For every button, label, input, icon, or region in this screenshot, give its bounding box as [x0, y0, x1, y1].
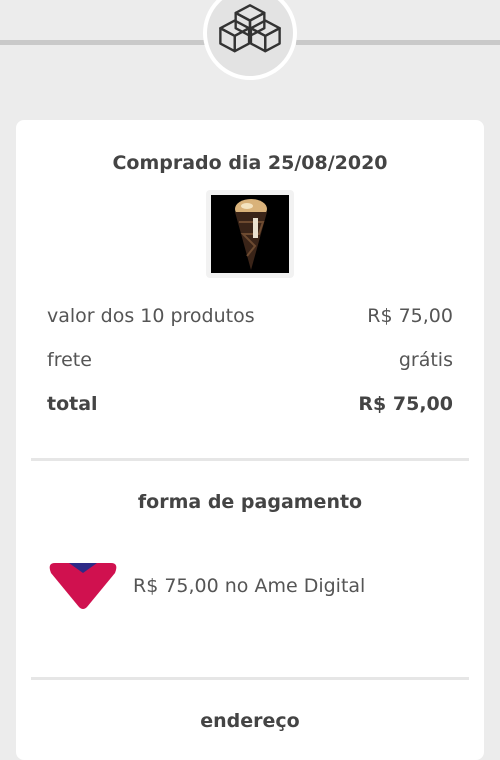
items-value: R$ 75,00	[367, 305, 453, 327]
header-divider-left	[0, 40, 205, 45]
header-divider-right	[296, 40, 500, 45]
order-card: Comprado dia 25/08/2020 valor dos 10 pro…	[16, 120, 484, 760]
total-value: R$ 75,00	[358, 393, 453, 415]
payment-title: forma de pagamento	[137, 491, 363, 513]
section-divider	[31, 677, 469, 680]
summary-total-row: total R$ 75,00	[47, 393, 453, 415]
ame-digital-logo-icon	[47, 557, 119, 615]
section-divider	[31, 458, 469, 461]
total-label: total	[47, 393, 98, 415]
shipping-value: grátis	[398, 349, 453, 371]
payment-method-text: R$ 75,00 no Ame Digital	[133, 575, 366, 597]
items-label: valor dos 10 produtos	[47, 305, 255, 327]
summary-shipping-row: frete grátis	[47, 349, 453, 371]
payment-method: R$ 75,00 no Ame Digital	[47, 557, 365, 615]
ice-cream-cone-icon	[211, 195, 289, 273]
address-title: endereço	[200, 710, 300, 732]
summary-items-row: valor dos 10 produtos R$ 75,00	[47, 305, 453, 327]
boxes-icon	[203, 0, 297, 80]
shipping-label: frete	[47, 349, 92, 371]
purchase-date: Comprado dia 25/08/2020	[112, 152, 388, 174]
product-thumbnail[interactable]	[206, 190, 294, 278]
